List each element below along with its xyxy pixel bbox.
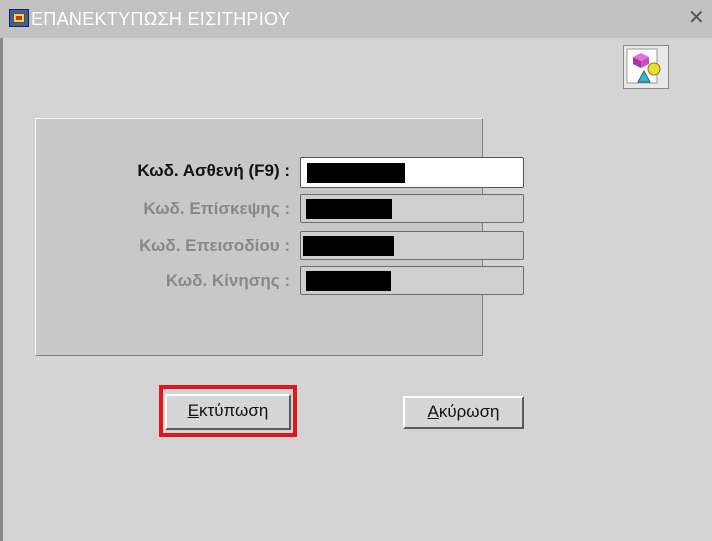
cancel-button[interactable]: Ακύρωση: [403, 396, 524, 429]
shapes-tool-icon[interactable]: [623, 45, 669, 89]
print-button[interactable]: Εκτύπωση: [165, 394, 291, 430]
cancel-mnemonic: Α: [427, 402, 439, 421]
episode-code-label: Κωδ. Επεισοδίου :: [139, 236, 290, 255]
window-left-border: [0, 38, 3, 541]
redacted-value: [307, 163, 405, 183]
title-bar: ΕΠΑΝΕΚΤΥΠΩΣΗ ΕΙΣΙΤΗΡΙΟΥ ✕: [0, 0, 712, 38]
redacted-value: [303, 236, 394, 256]
visit-code-label: Κωδ. Επίσκεψης :: [143, 199, 290, 218]
episode-code-field[interactable]: [300, 231, 524, 260]
movement-code-label: Κωδ. Κίνησης :: [165, 271, 290, 290]
redacted-value: [306, 199, 392, 219]
visit-code-field[interactable]: [300, 194, 524, 223]
movement-code-field[interactable]: [300, 266, 524, 295]
redacted-value: [306, 271, 391, 291]
cancel-label: κύρωση: [438, 402, 500, 421]
dialog-window: ΕΠΑΝΕΚΤΥΠΩΣΗ ΕΙΣΙΤΗΡΙΟΥ ✕ Κωδ. Ασθενή (F…: [0, 0, 712, 541]
close-icon[interactable]: ✕: [688, 6, 705, 30]
print-label: κτύπωση: [199, 401, 269, 420]
print-mnemonic: Ε: [187, 401, 200, 420]
patient-code-label: Κωδ. Ασθενή (F9) :: [137, 161, 290, 180]
app-window-icon: [9, 9, 29, 27]
window-title: ΕΠΑΝΕΚΤΥΠΩΣΗ ΕΙΣΙΤΗΡΙΟΥ: [31, 9, 291, 29]
patient-code-field[interactable]: [300, 157, 524, 188]
